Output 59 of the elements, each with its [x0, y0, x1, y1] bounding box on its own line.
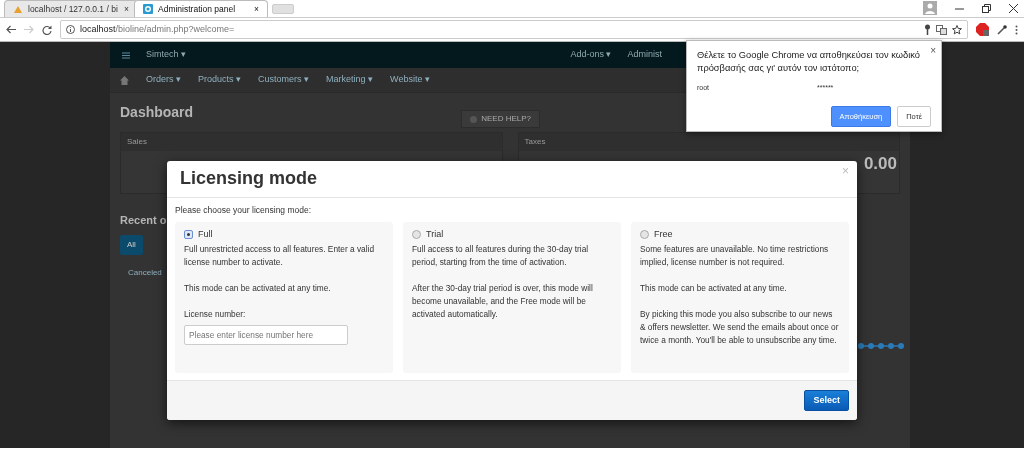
chart-line-drawing: [858, 342, 904, 350]
menu-link[interactable]: Customers ▾: [258, 73, 310, 87]
popup-message: Θέλετε το Google Chrome να αποθηκεύσει τον κωδικό πρόσβασής σας γι' αυτόν τον ιστότοπο;: [697, 49, 921, 75]
radio-button[interactable]: [184, 230, 193, 240]
menu-link[interactable]: Website ▾: [390, 73, 430, 87]
menu-icon[interactable]: [122, 51, 130, 59]
page-title: Dashboard: [120, 103, 194, 122]
info-icon: [66, 25, 75, 34]
status-link[interactable]: Canceled: [128, 267, 162, 277]
tab-close-button[interactable]: ×: [254, 2, 259, 16]
url-text: localhost/bioline/admin.php?welcome=: [80, 22, 235, 36]
home-icon[interactable]: [120, 75, 129, 85]
nav-link[interactable]: Add-ons ▾: [570, 48, 612, 62]
back-arrow-icon[interactable]: [6, 25, 16, 34]
description-text: This mode can be activated at any time.: [184, 282, 332, 296]
input-field[interactable]: Please enter license number here: [184, 325, 348, 346]
browser-tab[interactable]: Administration panel ×: [134, 0, 268, 17]
help-label: NEED HELP?: [481, 113, 531, 125]
menu-icon[interactable]: [1015, 24, 1018, 35]
translate-icon[interactable]: [936, 24, 947, 35]
panel-value: 0.00: [863, 153, 897, 175]
panel-title: Taxes: [518, 133, 899, 151]
key-icon[interactable]: [924, 24, 931, 35]
description-text: Full unrestricted access to all features. Enter a valid license number to activate.: [184, 243, 375, 270]
radio-label[interactable]: Trial: [426, 228, 444, 242]
close-icon[interactable]: [1009, 3, 1018, 13]
filter-button[interactable]: All: [120, 234, 143, 255]
radio-label[interactable]: Full: [198, 228, 213, 242]
star-icon[interactable]: [952, 24, 962, 35]
close-button[interactable]: ×: [930, 43, 936, 58]
prompt-text: Please choose your licensing mode:: [175, 203, 313, 217]
radio-button[interactable]: [640, 230, 649, 240]
menu-link[interactable]: Products ▾: [198, 73, 242, 87]
restore-icon[interactable]: [982, 3, 991, 13]
description-text: Full access to all features during the 30-day trial period, starting from the time of activation.: [412, 243, 590, 270]
description-text: Some features are unavailable. No time restrictions implied, license number is not required.: [640, 243, 830, 270]
nav-link[interactable]: Administ: [627, 48, 662, 62]
brand-link[interactable]: Simtech ▾: [146, 48, 186, 62]
eyedropper-icon[interactable]: [997, 24, 1007, 35]
help-button[interactable]: NEED HELP?: [461, 110, 540, 128]
reload-icon[interactable]: [42, 24, 52, 35]
description-text: By picking this mode you also subscribe to our news & offers newsletter. We send the emails about once or twice a month. You'll be able to unsubscribe any time.: [640, 308, 840, 348]
radio-button[interactable]: [412, 230, 421, 240]
field-label: License number:: [184, 308, 247, 322]
description-text: After the 30-day trial period is over, this mode will become unavailable, and the Free mode will be activated automatically.: [412, 282, 594, 322]
panel-title: Sales: [121, 133, 502, 151]
tab-title: localhost / 127.0.0.1 / bi: [28, 2, 119, 16]
menu-link[interactable]: Marketing ▾: [326, 73, 374, 87]
stop-sign-icon[interactable]: [976, 23, 989, 36]
menu-link[interactable]: Orders ▾: [146, 73, 181, 87]
radio-label[interactable]: Free: [654, 228, 673, 242]
description-text: This mode can be activated at any time.: [640, 282, 788, 296]
section-title: Recent o: [119, 213, 168, 228]
tab-title: Administration panel: [158, 2, 236, 16]
address-bar[interactable]: localhost/bioline/admin.php?welcome=: [60, 20, 968, 39]
select-button[interactable]: Select: [804, 389, 849, 412]
gear-icon: [143, 4, 153, 14]
modal-title: Licensing mode: [180, 167, 318, 191]
tab-close-button[interactable]: ×: [124, 2, 129, 16]
